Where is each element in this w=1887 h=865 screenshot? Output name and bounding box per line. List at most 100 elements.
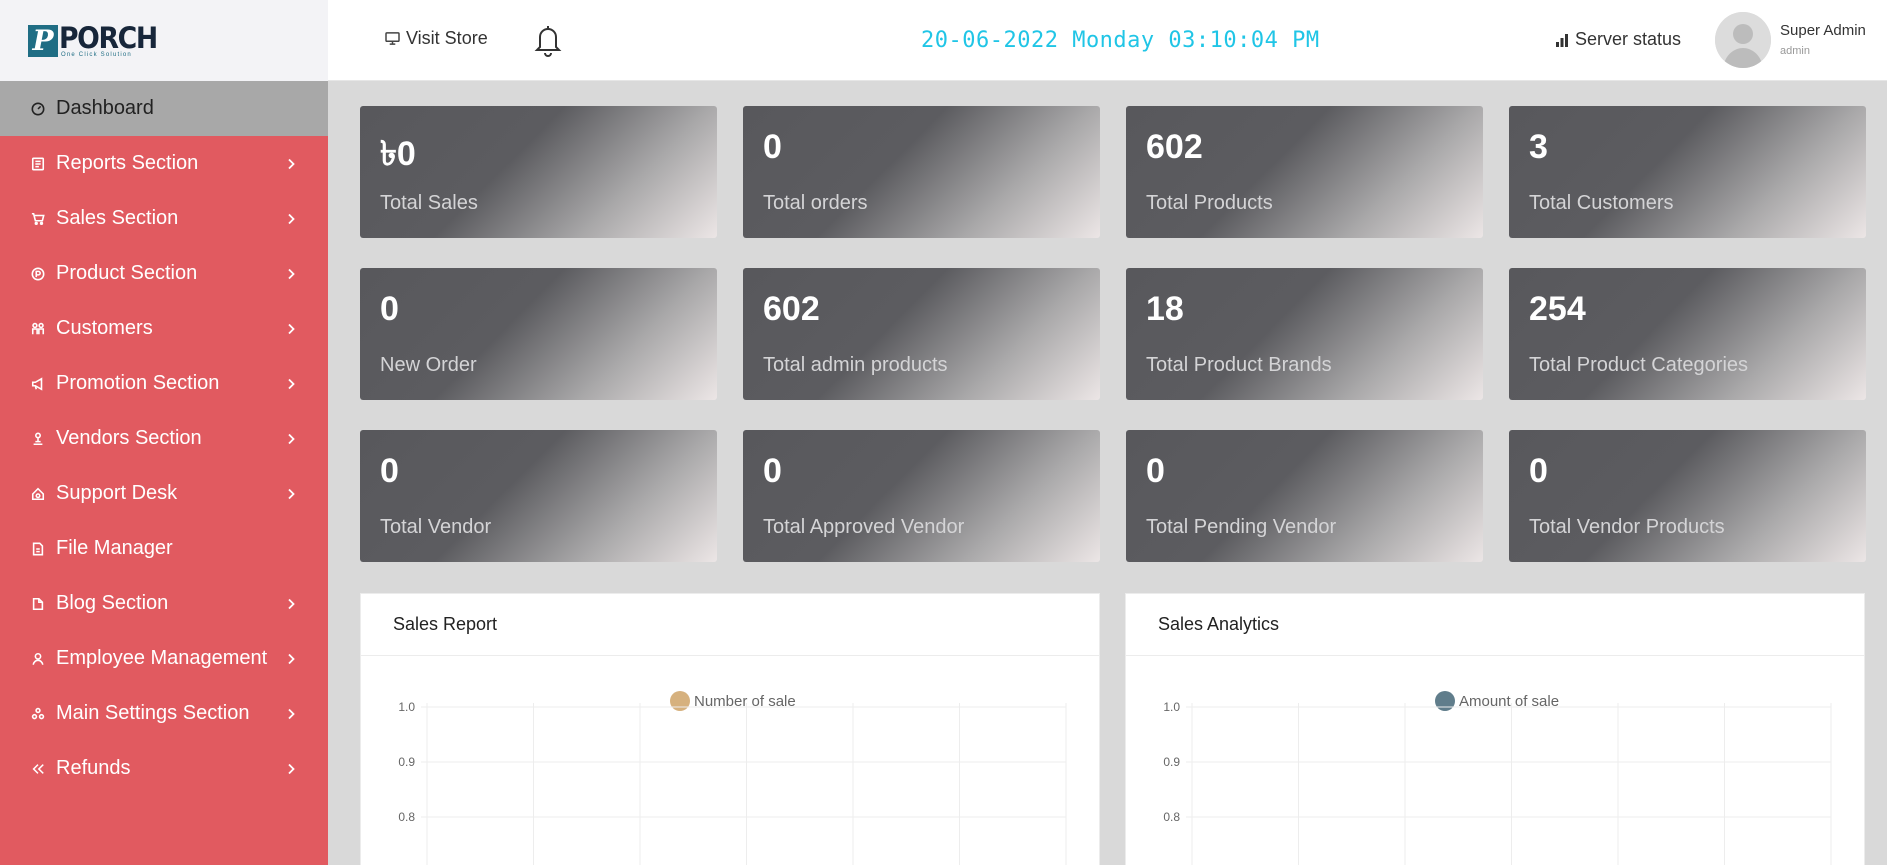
customers-icon (30, 321, 46, 337)
y-tick-label: 1.0 (398, 700, 415, 714)
stat-label: Total Product Brands (1146, 354, 1332, 376)
stat-value: 602 (1146, 128, 1203, 166)
visit-store-label: Visit Store (406, 28, 488, 48)
sales-report-chart: 1.0 0.9 0.8 (398, 700, 1067, 865)
avatar[interactable] (1715, 12, 1771, 68)
sidebar-item-sales-section[interactable]: Sales Section (0, 191, 328, 246)
y-tick-label: 0.9 (1163, 755, 1180, 769)
sidebar-item-blog-section[interactable]: Blog Section (0, 576, 328, 631)
logo[interactable]: P PORCH One Click Solution (28, 20, 165, 58)
support-icon (30, 486, 46, 502)
stat-card[interactable]: 602 Total Products (1126, 106, 1483, 238)
user-name[interactable]: Super Admin (1780, 22, 1866, 39)
stat-value: 0 (763, 128, 782, 166)
stat-label: New Order (380, 354, 477, 376)
gauge-icon (30, 101, 46, 117)
sales-analytics-panel: Sales Analytics Amount of sale 1.0 0.9 0.8 (1125, 593, 1865, 865)
settings-icon (30, 706, 46, 722)
sidebar-item-label: Product Section (56, 262, 198, 284)
sidebar-item-support-desk[interactable]: Support Desk (0, 466, 328, 521)
sidebar-item-label: Customers (56, 317, 153, 339)
panel-title: Sales Report (361, 594, 1099, 656)
monitor-icon (385, 32, 400, 45)
sidebar-item-reports-section[interactable]: Reports Section (0, 136, 328, 191)
user-silhouette-icon (1715, 12, 1771, 68)
stat-card[interactable]: 0 New Order (360, 268, 717, 400)
chevron-right-icon (286, 158, 298, 170)
sidebar-item-dashboard[interactable]: Dashboard (0, 81, 328, 136)
vendor-icon (30, 431, 46, 447)
user-role: admin (1780, 45, 1810, 57)
stat-value: 602 (763, 290, 820, 328)
chevron-right-icon (286, 323, 298, 335)
stat-card[interactable]: 602 Total admin products (743, 268, 1100, 400)
topbar: Visit Store 20-06-2022 Monday 03:10:04 P… (328, 0, 1887, 81)
sidebar-item-label: Vendors Section (56, 427, 202, 449)
panel-title: Sales Analytics (1126, 594, 1864, 656)
stat-value: ৳0 (380, 135, 416, 173)
report-icon (30, 156, 46, 172)
server-status-link[interactable]: Server status (1555, 29, 1681, 50)
sidebar-item-main-settings-section[interactable]: Main Settings Section (0, 686, 328, 741)
sidebar-item-label: Reports Section (56, 152, 199, 174)
chevron-right-icon (286, 763, 298, 775)
stat-card[interactable]: 254 Total Product Categories (1509, 268, 1866, 400)
logo-area: P PORCH One Click Solution (0, 0, 328, 81)
file-icon (30, 541, 46, 557)
visit-store-link[interactable]: Visit Store (385, 28, 488, 49)
refund-icon (30, 761, 46, 777)
y-tick-label: 0.8 (1163, 810, 1180, 824)
signal-bars-icon (1556, 33, 1568, 47)
stat-label: Total Products (1146, 192, 1273, 214)
sidebar-item-customers[interactable]: Customers (0, 301, 328, 356)
sidebar-item-vendors-section[interactable]: Vendors Section (0, 411, 328, 466)
sidebar-item-promotion-section[interactable]: Promotion Section (0, 356, 328, 411)
product-icon (30, 266, 46, 282)
sales-report-panel: Sales Report Number of sale 1.0 0.9 0.8 (360, 593, 1100, 865)
stat-value: 0 (1529, 452, 1548, 490)
y-tick-label: 0.9 (398, 755, 415, 769)
stat-label: Total Pending Vendor (1146, 516, 1337, 538)
server-status-label: Server status (1575, 29, 1682, 49)
sidebar-item-employee-management[interactable]: Employee Management (0, 631, 328, 686)
stat-value: 0 (1146, 452, 1165, 490)
chevron-right-icon (286, 598, 298, 610)
megaphone-icon (30, 376, 46, 392)
sidebar-item-refunds[interactable]: Refunds (0, 741, 328, 796)
chevron-right-icon (286, 378, 298, 390)
stat-card[interactable]: 3 Total Customers (1509, 106, 1866, 238)
stat-card[interactable]: 0 Total Pending Vendor (1126, 430, 1483, 562)
stat-value: 0 (380, 452, 399, 490)
sidebar-item-product-section[interactable]: Product Section (0, 246, 328, 301)
sidebar-item-label: Dashboard (56, 97, 154, 119)
stat-card[interactable]: 0 Total Vendor Products (1509, 430, 1866, 562)
chevron-right-icon (286, 268, 298, 280)
sidebar-item-label: Main Settings Section (56, 702, 250, 724)
stat-card[interactable]: 0 Total Approved Vendor (743, 430, 1100, 562)
stat-label: Total Sales (380, 192, 478, 214)
sidebar-item-label: Refunds (56, 757, 131, 779)
stat-label: Total Product Categories (1529, 354, 1749, 376)
logo-text: PORCH (59, 20, 158, 55)
sidebar-item-label: Sales Section (56, 207, 179, 229)
chevron-right-icon (286, 708, 298, 720)
cart-icon (30, 211, 46, 227)
stat-card[interactable]: 0 Total orders (743, 106, 1100, 238)
stat-card[interactable]: ৳0 Total Sales (360, 106, 717, 238)
stat-value: 254 (1529, 290, 1586, 328)
stat-card[interactable]: 18 Total Product Brands (1126, 268, 1483, 400)
stat-value: 18 (1146, 290, 1184, 328)
sidebar-item-label: Employee Management (56, 647, 268, 669)
employee-icon (30, 651, 46, 667)
stat-label: Total Customers (1529, 192, 1674, 214)
notification-bell-icon[interactable] (533, 22, 563, 63)
sidebar-item-file-manager[interactable]: File Manager (0, 521, 328, 576)
stat-value: 0 (763, 452, 782, 490)
logo-mark: P (28, 24, 58, 57)
stat-label: Total orders (763, 192, 868, 214)
stat-label: Total admin products (763, 354, 948, 376)
stat-label: Total Approved Vendor (763, 516, 965, 538)
y-tick-label: 1.0 (1163, 700, 1180, 714)
stat-card[interactable]: 0 Total Vendor (360, 430, 717, 562)
chevron-right-icon (286, 653, 298, 665)
